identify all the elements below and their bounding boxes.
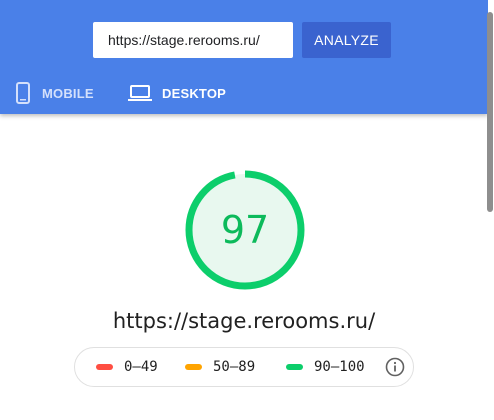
legend-item-average: 50–89	[185, 348, 255, 386]
tab-desktop-label: DESKTOP	[162, 85, 227, 101]
smartphone-icon	[16, 82, 30, 104]
tab-desktop[interactable]: DESKTOP	[128, 78, 226, 108]
analyzed-url: https://stage.rerooms.ru/	[112, 309, 376, 333]
header-bar: ANALYZE MOBILE DESKTOP	[0, 0, 488, 114]
performance-score: 97	[220, 208, 270, 252]
tab-mobile[interactable]: MOBILE	[16, 78, 94, 108]
legend-label: 0–49	[124, 359, 158, 375]
legend-swatch-red	[96, 364, 113, 370]
tab-mobile-label: MOBILE	[42, 85, 94, 101]
legend-item-pass: 90–100	[286, 348, 365, 386]
performance-gauge: 97	[185, 170, 305, 290]
legend-label: 90–100	[314, 359, 365, 375]
score-legend: 0–49 50–89 90–100	[74, 347, 414, 387]
laptop-icon	[128, 84, 152, 102]
scrollbar-thumb[interactable]	[487, 12, 493, 212]
legend-item-fail: 0–49	[96, 348, 158, 386]
legend-label: 50–89	[213, 359, 256, 375]
url-input[interactable]	[93, 22, 293, 58]
info-icon[interactable]	[385, 357, 405, 377]
legend-swatch-orange	[185, 364, 202, 370]
analyze-button[interactable]: ANALYZE	[302, 22, 391, 58]
legend-swatch-green	[286, 364, 303, 370]
